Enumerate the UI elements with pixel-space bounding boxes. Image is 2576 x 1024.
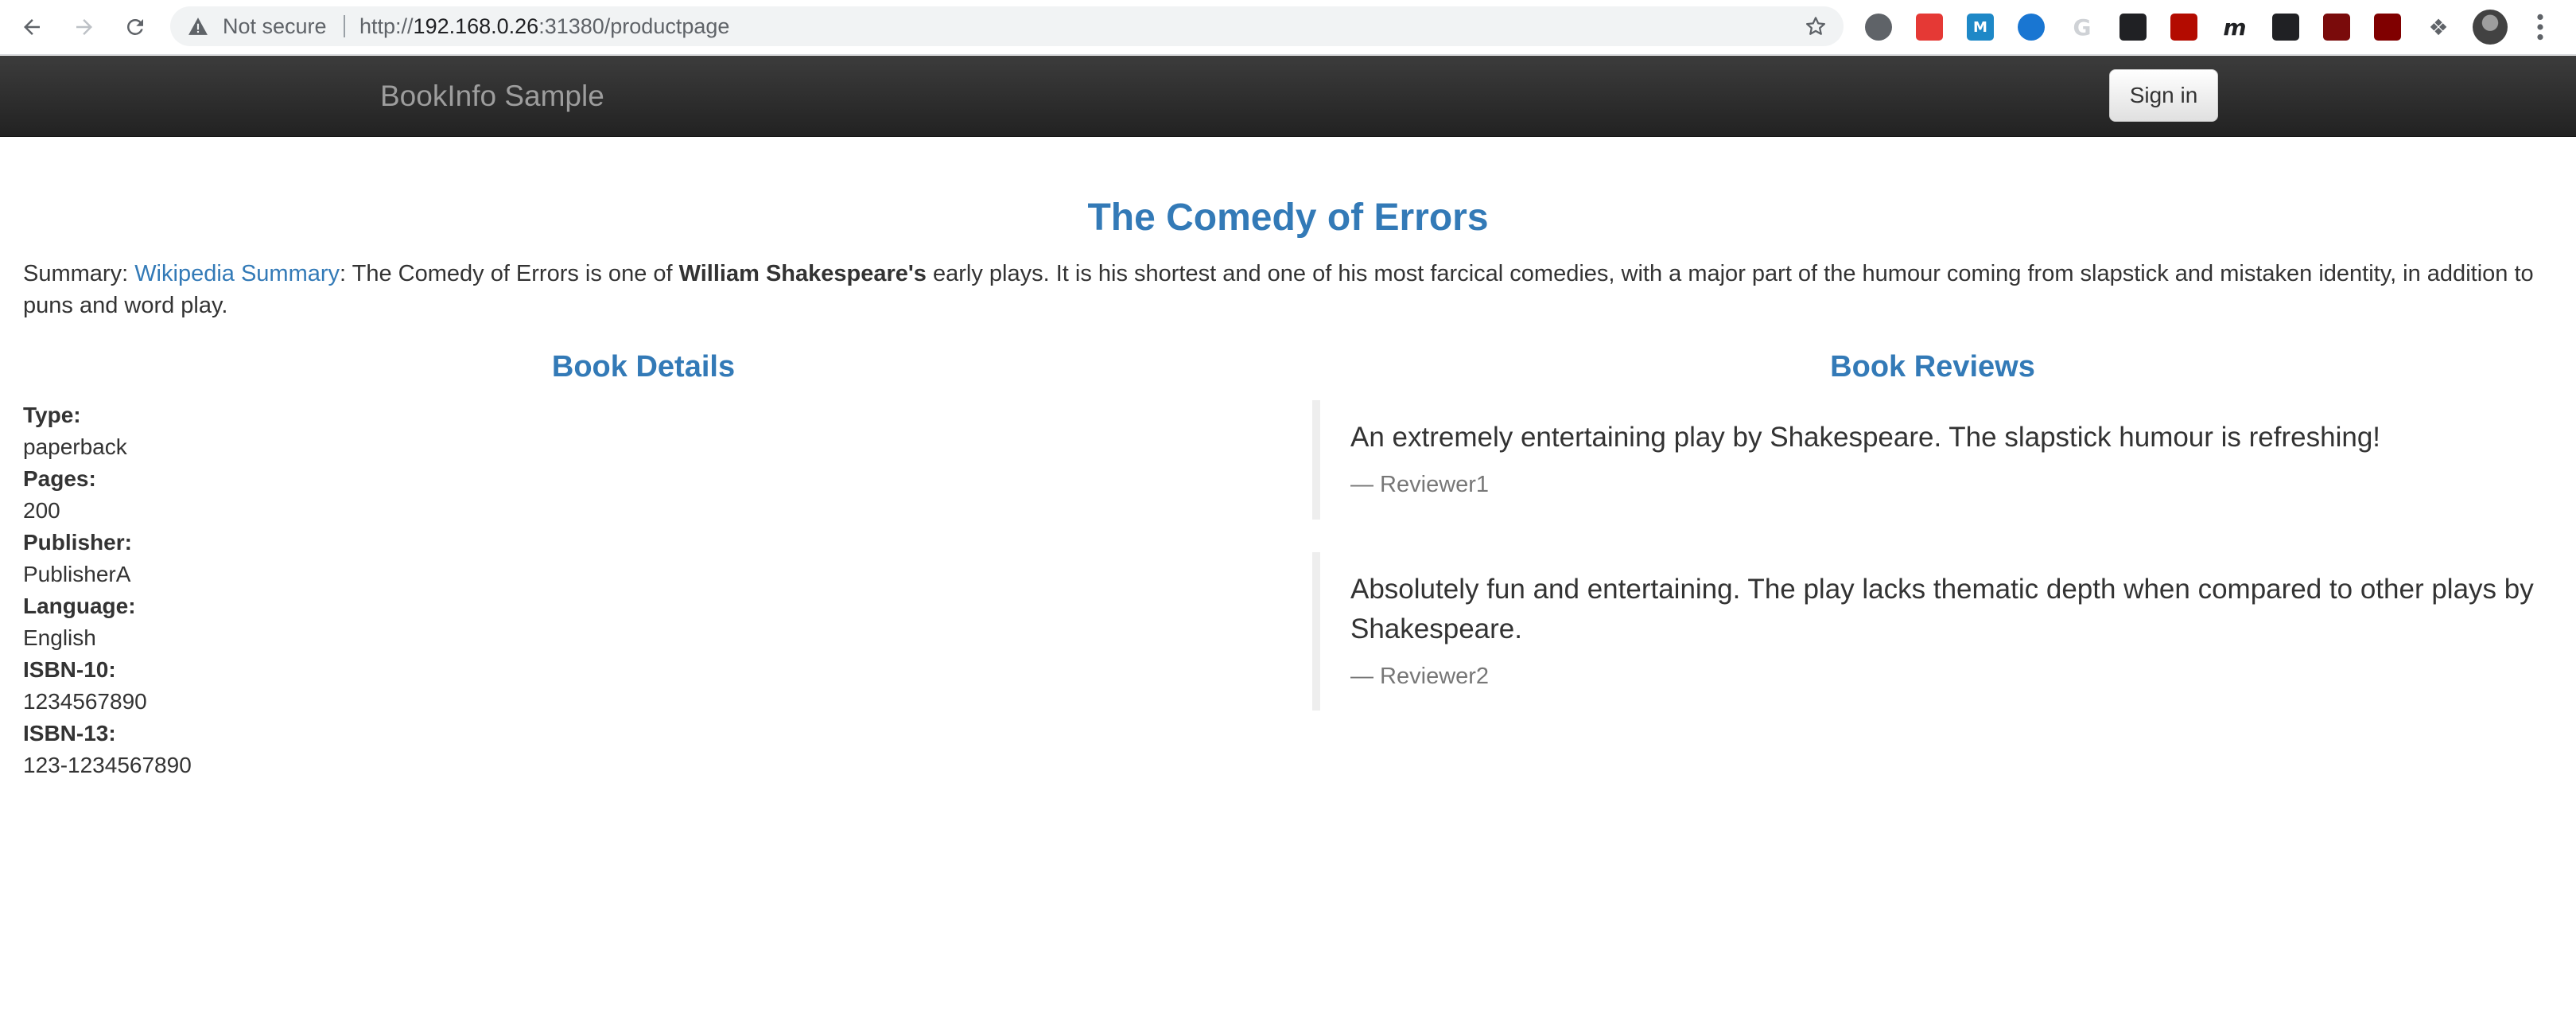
browser-toolbar: Not secure http://192.168.0.26:31380/pro… bbox=[0, 0, 2576, 55]
reviewer-name: — Reviewer1 bbox=[1350, 472, 1490, 497]
wikipedia-summary-link[interactable]: Wikipedia Summary bbox=[134, 261, 340, 286]
detail-value: PublisherA bbox=[23, 562, 131, 586]
star-icon[interactable] bbox=[1804, 14, 1828, 38]
review-item: Absolutely fun and entertaining. The pla… bbox=[1312, 552, 2553, 711]
reviewer-name: — Reviewer2 bbox=[1350, 664, 1490, 689]
review-item: An extremely entertaining play by Shakes… bbox=[1312, 400, 2553, 520]
menu-kebab-icon[interactable] bbox=[2532, 13, 2548, 41]
detail-value: 1234567890 bbox=[23, 689, 147, 714]
review-text: Absolutely fun and entertaining. The pla… bbox=[1350, 574, 2534, 644]
detail-label: Language: bbox=[23, 594, 136, 618]
profile-avatar[interactable] bbox=[2473, 10, 2508, 45]
extensions-puzzle-icon[interactable]: ❖ bbox=[2425, 14, 2452, 41]
arrow-left-icon bbox=[24, 19, 40, 35]
ext-acrobat-icon[interactable] bbox=[2170, 14, 2197, 41]
detail-label: ISBN-10: bbox=[23, 657, 116, 682]
detail-value: paperback bbox=[23, 434, 127, 459]
detail-label: ISBN-13: bbox=[23, 721, 116, 746]
reload-icon bbox=[127, 19, 143, 35]
ext-circle-icon[interactable] bbox=[1865, 14, 1892, 41]
detail-value: 200 bbox=[23, 498, 60, 523]
back-button[interactable] bbox=[16, 11, 48, 43]
book-details: Type: paperback Pages: 200 Publisher: Pu… bbox=[23, 399, 192, 781]
ext-ublock-icon[interactable] bbox=[2374, 14, 2401, 41]
detail-value: English bbox=[23, 625, 96, 650]
site-navbar: BookInfo Sample Sign in bbox=[0, 56, 2576, 137]
arrow-right-icon bbox=[76, 19, 92, 35]
ext-google-icon[interactable]: G bbox=[2069, 14, 2096, 41]
book-summary: Summary: Wikipedia Summary: The Comedy o… bbox=[23, 258, 2560, 321]
ext-dark-red-icon[interactable] bbox=[2323, 14, 2350, 41]
page-title: The Comedy of Errors bbox=[1087, 197, 1489, 239]
detail-label: Publisher: bbox=[23, 530, 132, 555]
detail-label: Pages: bbox=[23, 466, 96, 491]
detail-label: Type: bbox=[23, 403, 81, 427]
ext-qr-icon[interactable] bbox=[2119, 14, 2147, 41]
url-scheme: http:// bbox=[359, 14, 414, 38]
detail-value: 123-1234567890 bbox=[23, 753, 192, 777]
book-reviews-heading: Book Reviews bbox=[1830, 350, 2035, 384]
review-text: An extremely entertaining play by Shakes… bbox=[1350, 422, 2381, 453]
url-host: 192.168.0.26 bbox=[413, 14, 539, 38]
summary-label: Summary: bbox=[23, 261, 135, 286]
summary-author: William Shakespeare's bbox=[678, 261, 927, 286]
ext-m-italic-icon[interactable]: m bbox=[2221, 14, 2248, 41]
forward-button[interactable] bbox=[68, 11, 100, 43]
ext-ring-icon[interactable] bbox=[2018, 14, 2045, 41]
ext-m-icon[interactable]: M bbox=[1967, 14, 1994, 41]
ext-pdf-red-icon[interactable] bbox=[1916, 14, 1943, 41]
address-bar[interactable]: Not secure http://192.168.0.26:31380/pro… bbox=[170, 6, 1844, 46]
summary-text-part1: : The Comedy of Errors is one of bbox=[340, 261, 679, 286]
sign-in-button[interactable]: Sign in bbox=[2109, 69, 2218, 122]
reload-button[interactable] bbox=[119, 11, 151, 43]
security-status[interactable]: Not secure bbox=[223, 6, 327, 46]
ext-dark-a-icon[interactable] bbox=[2272, 14, 2299, 41]
omnibox-divider bbox=[344, 15, 345, 37]
book-details-heading: Book Details bbox=[551, 350, 736, 384]
brand-link[interactable]: BookInfo Sample bbox=[380, 56, 604, 137]
warning-icon bbox=[188, 18, 208, 35]
url-text[interactable]: http://192.168.0.26:31380/productpage bbox=[359, 6, 729, 46]
url-path: :31380/productpage bbox=[538, 14, 730, 38]
